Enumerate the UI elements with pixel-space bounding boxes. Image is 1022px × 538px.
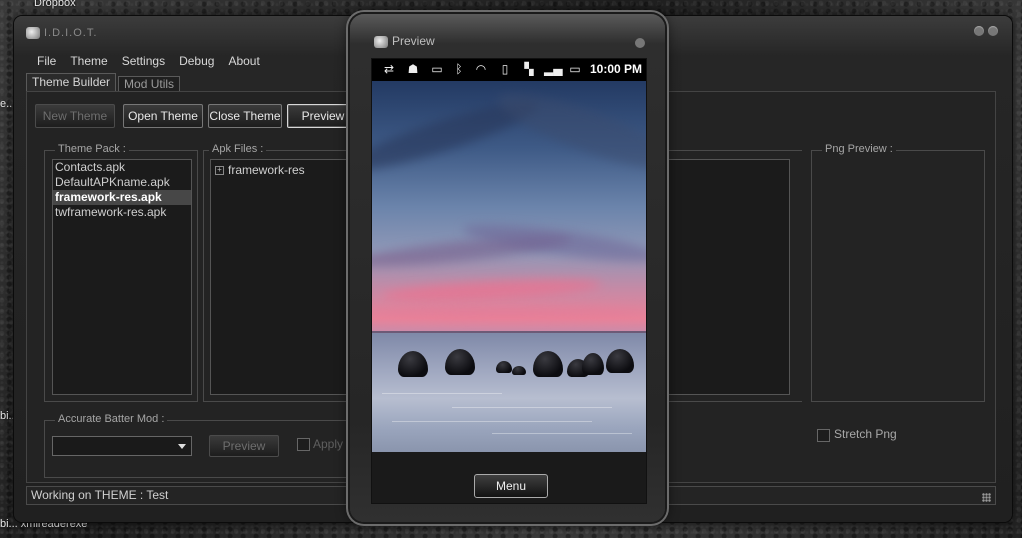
android-icon: ☗ <box>407 62 419 76</box>
open-theme-button[interactable]: Open Theme <box>123 104 203 128</box>
battery-mod-label: Accurate Batter Mod : <box>55 413 168 425</box>
preview-window: Preview ⇄ ☗ ▭ ᛒ ◠ ▯ ▚ ▂▄ ▭ 10:00 PM Menu <box>350 14 665 522</box>
close-icon[interactable] <box>635 38 645 48</box>
list-item[interactable]: twframework-res.apk <box>53 205 191 220</box>
tab-strip: Theme Builder Mod Utils <box>26 73 182 91</box>
theme-pack-group: Theme Pack : Contacts.apk DefaultAPKname… <box>44 143 198 402</box>
boulder <box>398 351 428 377</box>
window-title: I.D.I.O.T. <box>44 27 98 39</box>
menu-button[interactable]: Menu <box>474 474 548 498</box>
boulder <box>445 349 475 375</box>
message-icon: ▭ <box>431 62 443 76</box>
network-icon: ▚ <box>524 62 534 76</box>
app-icon <box>26 27 40 39</box>
app-icon <box>374 36 388 48</box>
bluetooth-icon: ᛒ <box>455 62 463 76</box>
menu-settings[interactable]: Settings <box>115 54 172 72</box>
phone-status-bar: ⇄ ☗ ▭ ᛒ ◠ ▯ ▚ ▂▄ ▭ 10:00 PM <box>372 59 646 81</box>
menu-about[interactable]: About <box>221 54 266 72</box>
tree-item[interactable]: + framework-res <box>215 163 305 177</box>
close-icon[interactable] <box>988 26 998 36</box>
battery-mod-select[interactable] <box>52 436 192 456</box>
phone-screen: ⇄ ☗ ▭ ᛒ ◠ ▯ ▚ ▂▄ ▭ 10:00 PM Menu <box>371 58 647 504</box>
boulder <box>512 366 526 375</box>
png-preview-label: Png Preview : <box>822 143 896 155</box>
boulder <box>533 351 563 377</box>
stretch-png-label: Stretch Png <box>834 427 897 441</box>
signal-icon: ▂▄ <box>544 62 563 76</box>
preview-button[interactable]: Preview <box>287 104 359 128</box>
wallpaper-image <box>372 81 646 452</box>
status-text: Working on THEME : Test <box>31 488 169 502</box>
chevron-down-icon <box>178 444 186 449</box>
wifi-icon: ◠ <box>475 62 487 76</box>
menu-debug[interactable]: Debug <box>172 54 221 72</box>
sea <box>372 333 646 452</box>
list-item[interactable]: DefaultAPKname.apk <box>53 175 191 190</box>
usb-icon: ⇄ <box>383 62 395 76</box>
list-item[interactable]: Contacts.apk <box>53 160 191 175</box>
theme-pack-label: Theme Pack : <box>55 143 129 155</box>
menu-bar: File Theme Settings Debug About <box>30 54 267 72</box>
battery-mod-group: Accurate Batter Mod : Preview Apply Ba <box>44 413 375 478</box>
png-preview-group: Png Preview : <box>811 143 985 402</box>
tree-item-label: framework-res <box>228 163 305 177</box>
minimize-icon[interactable] <box>974 26 984 36</box>
battery-icon: ▭ <box>569 62 581 76</box>
menu-file[interactable]: File <box>30 54 63 72</box>
phone-clock: 10:00 PM <box>589 62 642 76</box>
apk-files-label: Apk Files : <box>209 143 267 155</box>
boulder <box>606 349 634 373</box>
tab-mod-utils[interactable]: Mod Utils <box>118 76 181 91</box>
theme-pack-list[interactable]: Contacts.apk DefaultAPKname.apk framewor… <box>52 159 192 395</box>
menu-theme[interactable]: Theme <box>63 54 114 72</box>
vibrate-icon: ▯ <box>501 62 509 76</box>
list-item-selected[interactable]: framework-res.apk <box>53 190 191 205</box>
tab-theme-builder[interactable]: Theme Builder <box>26 73 117 91</box>
preview-window-title: Preview <box>392 34 435 48</box>
boulder <box>582 353 604 375</box>
close-theme-button[interactable]: Close Theme <box>208 104 282 128</box>
desktop-icon-label[interactable]: Dropbox <box>34 0 76 9</box>
expand-icon[interactable]: + <box>215 165 224 175</box>
desktop-icon-label[interactable]: e... <box>0 98 15 110</box>
resize-grip-icon[interactable] <box>982 493 991 502</box>
boulder <box>496 361 512 373</box>
new-theme-button[interactable]: New Theme <box>35 104 115 128</box>
apply-battery-checkbox[interactable] <box>297 438 310 451</box>
battery-preview-button[interactable]: Preview <box>209 435 279 457</box>
stretch-png-checkbox[interactable] <box>817 429 830 442</box>
